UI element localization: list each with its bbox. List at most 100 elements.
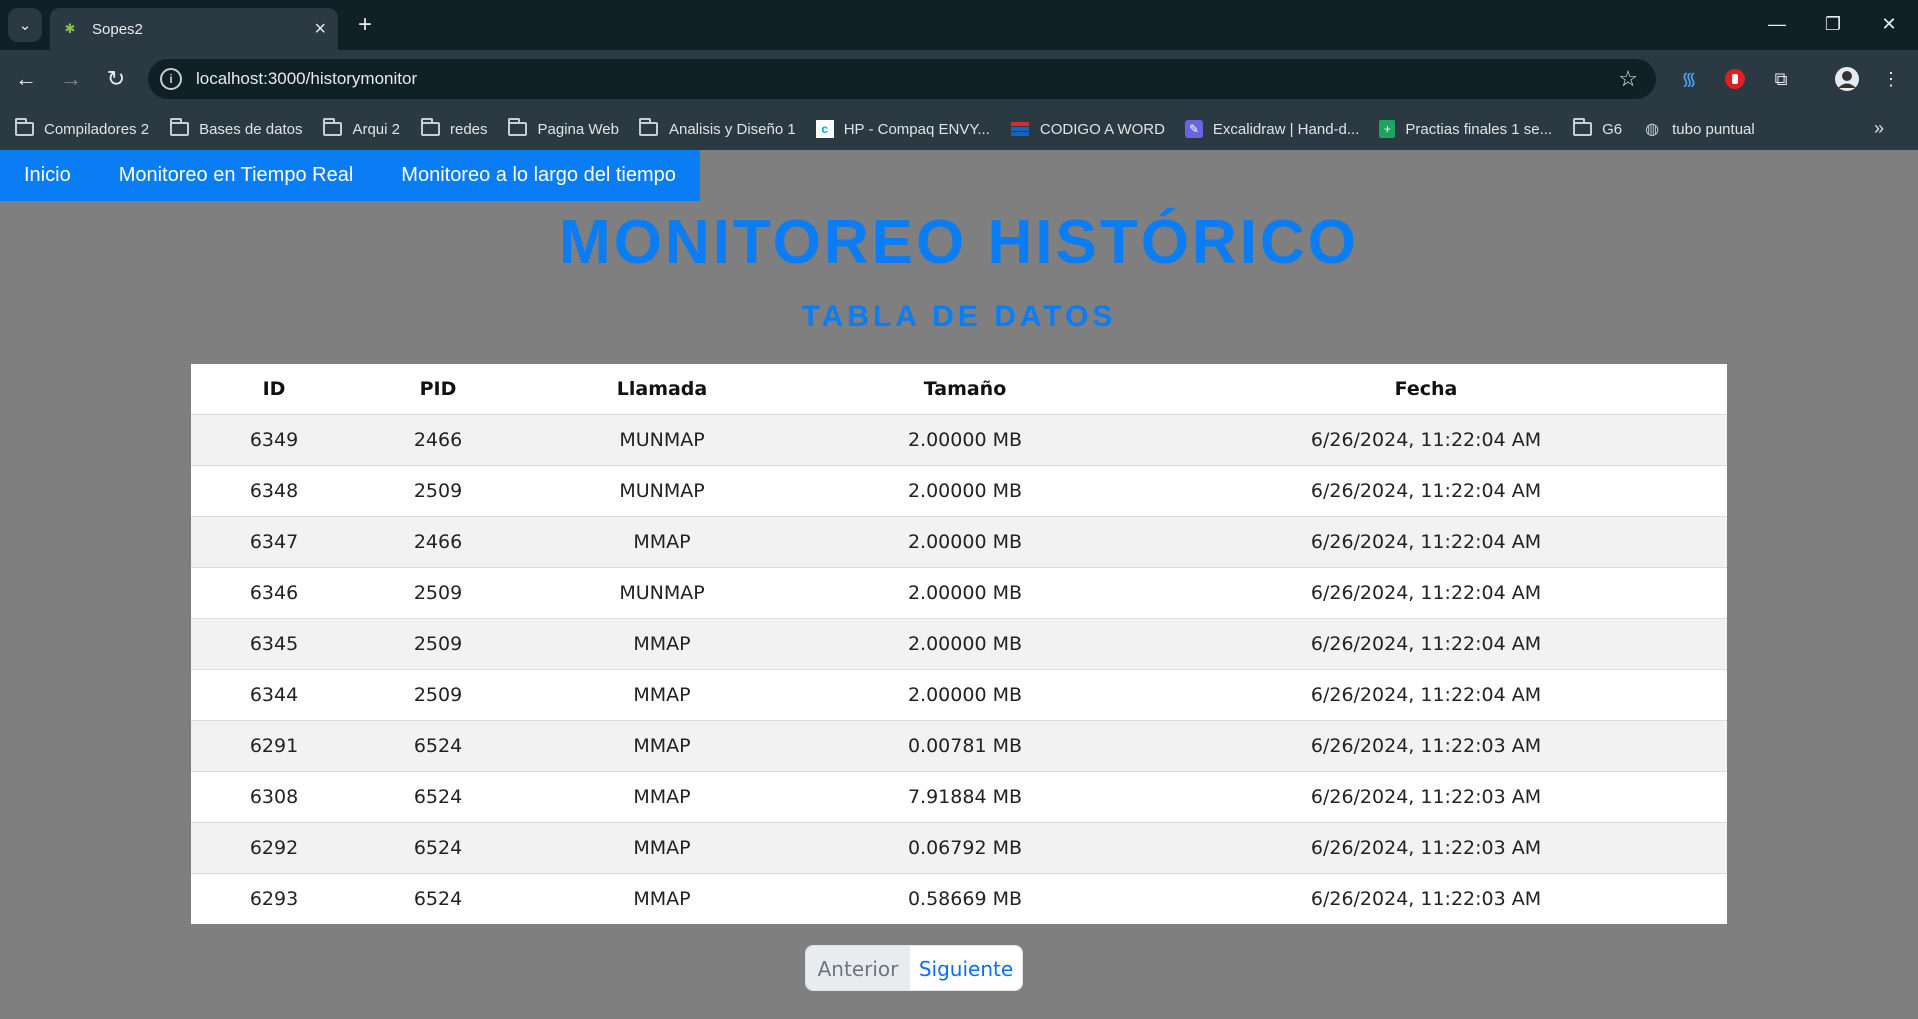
pagination: Anterior Siguiente — [805, 945, 1023, 991]
folder-icon — [322, 118, 342, 137]
cell-fecha: 6/26/2024, 11:22:04 AM — [1125, 617, 1727, 669]
folder-icon — [14, 118, 34, 137]
close-window-button[interactable]: ✕ — [1864, 6, 1914, 42]
column-header-fecha: Fecha — [1394, 377, 1458, 400]
new-tab-button[interactable]: + — [350, 10, 380, 40]
next-page-button[interactable]: Siguiente — [910, 946, 1022, 990]
table-row: 6291 6524 MMAP 0.00781 MB 6/26/2024, 11:… — [191, 719, 1727, 771]
table-row: 6348 2509 MUNMAP 2.00000 MB 6/26/2024, 1… — [191, 464, 1727, 516]
back-button[interactable]: ← — [10, 62, 42, 96]
nav-link-history-monitor[interactable]: Monitoreo a lo largo del tiempo — [377, 150, 700, 201]
bookmark-item[interactable]: G6 — [1572, 118, 1622, 138]
cell-id: 6347 — [191, 515, 357, 567]
top-navbar: Inicio Monitoreo en Tiempo Real Monitore… — [0, 150, 700, 201]
bookmark-item[interactable]: Compiladores 2 — [14, 118, 150, 138]
bookmark-item[interactable]: + Practias finales 1 se... — [1379, 120, 1552, 138]
globe-icon: ◍ — [1645, 121, 1660, 138]
cell-fecha: 6/26/2024, 11:22:03 AM — [1125, 770, 1727, 822]
cell-pid: 6524 — [357, 872, 519, 924]
code-to-word-site-icon — [1010, 121, 1030, 137]
reload-button[interactable]: ↻ — [100, 62, 132, 96]
bookmark-item[interactable]: Pagina Web — [508, 118, 619, 138]
bookmark-item[interactable]: Analisis y Diseño 1 — [639, 118, 796, 138]
cell-llamada: MMAP — [519, 872, 805, 924]
table-row: 6347 2466 MMAP 2.00000 MB 6/26/2024, 11:… — [191, 515, 1727, 567]
cell-tamano: 0.06792 MB — [805, 821, 1125, 873]
bookmark-item[interactable]: ◍ tubo puntual — [1642, 121, 1755, 139]
bookmark-label: Pagina Web — [537, 120, 619, 138]
cell-fecha: 6/26/2024, 11:22:04 AM — [1125, 515, 1727, 567]
profile-avatar[interactable] — [1832, 64, 1862, 94]
table-row: 6345 2509 MMAP 2.00000 MB 6/26/2024, 11:… — [191, 617, 1727, 669]
tab-search-button[interactable]: ⌄ — [8, 8, 42, 42]
cell-llamada: MUNMAP — [519, 566, 805, 618]
bookmarks-overflow-icon[interactable]: » — [1874, 118, 1884, 139]
table-row: 6308 6524 MMAP 7.91884 MB 6/26/2024, 11:… — [191, 770, 1727, 822]
close-tab-icon[interactable]: × — [314, 18, 326, 41]
cell-llamada: MMAP — [519, 617, 805, 669]
bookmark-item[interactable]: Arqui 2 — [322, 118, 400, 138]
url-text[interactable]: localhost:3000/historymonitor — [196, 69, 1618, 89]
cell-llamada: MMAP — [519, 719, 805, 771]
bookmark-label: CODIGO A WORD — [1039, 120, 1165, 138]
bookmark-item[interactable]: CODIGO A WORD — [1010, 121, 1165, 138]
site-info-icon[interactable]: i — [160, 68, 182, 90]
bookmark-label: HP - Compaq ENVY... — [843, 120, 990, 138]
cell-id: 6293 — [191, 872, 357, 924]
cell-fecha: 6/26/2024, 11:22:03 AM — [1125, 821, 1727, 873]
cell-fecha: 6/26/2024, 11:22:03 AM — [1125, 872, 1727, 924]
folder-icon — [420, 118, 440, 137]
cell-pid: 2509 — [357, 668, 519, 720]
extension-wifi-icon[interactable]: ᯾ — [1674, 64, 1704, 94]
react-favicon-icon: ✱ — [64, 21, 76, 36]
cell-pid: 2466 — [357, 515, 519, 567]
history-data-table: ID PID Llamada Tamaño Fecha 6349 2466 MU… — [191, 364, 1727, 924]
cell-tamano: 2.00000 MB — [805, 464, 1125, 516]
cell-pid: 6524 — [357, 719, 519, 771]
browser-tab[interactable]: ✱ Sopes2 × — [50, 8, 338, 50]
nav-link-realtime-monitor[interactable]: Monitoreo en Tiempo Real — [95, 150, 378, 201]
bookmark-label: Compiladores 2 — [44, 120, 150, 138]
table-row: 6344 2509 MMAP 2.00000 MB 6/26/2024, 11:… — [191, 668, 1727, 720]
bookmark-label: redes — [450, 120, 488, 138]
cell-tamano: 2.00000 MB — [805, 413, 1125, 465]
cell-id: 6349 — [191, 413, 357, 465]
bookmark-star-icon[interactable]: ☆ — [1618, 66, 1638, 92]
chevron-down-icon: ⌄ — [18, 17, 32, 34]
cell-pid: 2509 — [357, 566, 519, 618]
minimize-window-button[interactable]: — — [1752, 6, 1802, 42]
page-content: Inicio Monitoreo en Tiempo Real Monitore… — [0, 150, 1918, 1019]
cell-llamada: MMAP — [519, 770, 805, 822]
cell-id: 6292 — [191, 821, 357, 873]
excalidraw-site-icon: ✎ — [1184, 120, 1203, 138]
column-header-pid: PID — [419, 377, 457, 400]
extensions-puzzle-icon[interactable]: ⧉ — [1766, 64, 1796, 94]
cell-llamada: MUNMAP — [519, 464, 805, 516]
cell-fecha: 6/26/2024, 11:22:04 AM — [1125, 464, 1727, 516]
bookmark-item[interactable]: Bases de datos — [169, 118, 303, 138]
table-row: 6349 2466 MUNMAP 2.00000 MB 6/26/2024, 1… — [191, 413, 1727, 465]
folder-icon — [639, 118, 659, 137]
extension-adblock-icon[interactable] — [1720, 64, 1750, 94]
cell-tamano: 0.00781 MB — [805, 719, 1125, 771]
google-sheets-icon: + — [1379, 120, 1396, 138]
folder-icon — [1572, 118, 1592, 137]
bookmark-item[interactable]: ✎ Excalidraw | Hand-d... — [1184, 120, 1359, 138]
cell-pid: 6524 — [357, 821, 519, 873]
cell-fecha: 6/26/2024, 11:22:04 AM — [1125, 668, 1727, 720]
browser-tab-strip: ⌄ ✱ Sopes2 × + — ❐ ✕ — [0, 0, 1918, 50]
table-header-row: ID PID Llamada Tamaño Fecha — [191, 364, 1727, 414]
cell-pid: 6524 — [357, 770, 519, 822]
bookmark-label: Bases de datos — [199, 120, 303, 138]
cell-fecha: 6/26/2024, 11:22:03 AM — [1125, 719, 1727, 771]
restore-window-button[interactable]: ❐ — [1808, 6, 1858, 42]
previous-page-button[interactable]: Anterior — [806, 946, 910, 990]
browser-menu-icon[interactable]: ⋮ — [1876, 64, 1906, 94]
forward-button[interactable]: → — [55, 62, 87, 96]
address-bar[interactable]: i localhost:3000/historymonitor ☆ — [148, 59, 1656, 99]
bookmark-item[interactable]: c HP - Compaq ENVY... — [815, 120, 990, 138]
cell-tamano: 7.91884 MB — [805, 770, 1125, 822]
nav-link-inicio[interactable]: Inicio — [0, 150, 95, 201]
bookmark-item[interactable]: redes — [420, 118, 488, 138]
cell-id: 6348 — [191, 464, 357, 516]
